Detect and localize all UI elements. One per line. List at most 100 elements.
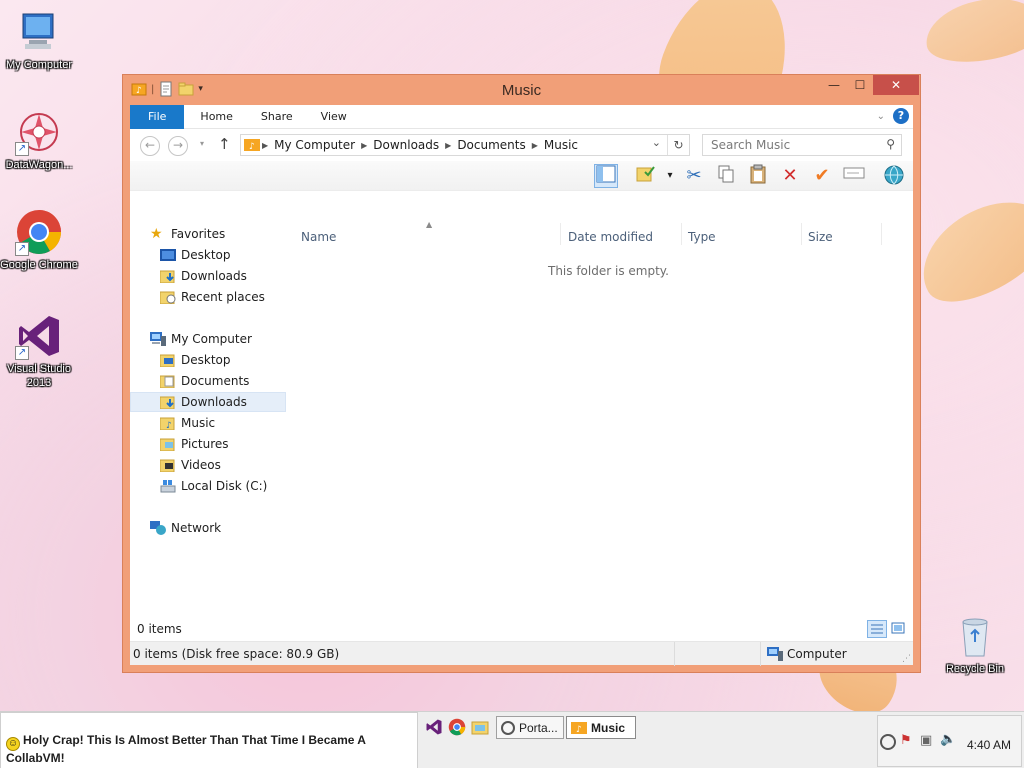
star-icon: ★ (150, 226, 163, 242)
maximize-button[interactable]: ☐ (847, 75, 873, 95)
nav-favorites[interactable]: ★ Favorites (150, 224, 225, 244)
nav-favorites-downloads[interactable]: Downloads (160, 266, 247, 286)
breadcrumb-downloads[interactable]: Downloads (373, 138, 439, 152)
desktop-folder-icon (160, 354, 175, 367)
column-header-size[interactable]: Size (808, 230, 833, 244)
column-header-type[interactable]: Type (688, 230, 716, 244)
desktop-icon-visual-studio[interactable]: ↗ Visual Studio 2013 (0, 312, 78, 390)
nav-label: Desktop (181, 353, 231, 367)
file-list[interactable]: ▲ Name Date modified Type Size This fold… (294, 220, 913, 619)
breadcrumb-my-computer[interactable]: My Computer (274, 138, 355, 152)
empty-folder-message: This folder is empty. (548, 264, 669, 278)
tab-home[interactable]: Home (186, 105, 246, 129)
search-input[interactable]: Search Music ⚲ (702, 134, 902, 156)
preview-pane-icon[interactable] (594, 164, 618, 188)
breadcrumb-separator[interactable]: ▶ (445, 141, 451, 150)
pictures-folder-icon (160, 438, 175, 451)
nav-network[interactable]: Network (150, 518, 221, 538)
details-view-button[interactable] (867, 620, 887, 638)
folder-options-dropdown-icon[interactable]: ▾ (658, 164, 682, 188)
desktop-icon-recycle-bin[interactable]: Recycle Bin (936, 612, 1014, 676)
nav-label: Videos (181, 458, 221, 472)
breadcrumb-separator[interactable]: ▶ (361, 141, 367, 150)
nav-computer-music[interactable]: ♪ Music (160, 413, 215, 433)
tray-app-icon[interactable] (880, 734, 896, 750)
network-tray-icon[interactable]: ▣ (920, 733, 932, 748)
column-header-date-modified[interactable]: Date modified (568, 230, 653, 244)
cut-icon[interactable]: ✂ (682, 164, 706, 188)
desktop-icon-label: DataWagon... (5, 159, 73, 171)
column-divider[interactable] (560, 223, 561, 245)
tab-file[interactable]: File (130, 104, 185, 129)
computer-icon (767, 647, 783, 661)
help-icon[interactable]: ? (893, 108, 909, 124)
rename-field-icon[interactable] (842, 164, 866, 188)
desktop-icon-my-computer[interactable]: My Computer (0, 8, 78, 72)
nav-computer-pictures[interactable]: Pictures (160, 434, 229, 454)
copy-icon[interactable] (714, 164, 738, 188)
nav-computer-local-disk[interactable]: Local Disk (C:) (160, 476, 267, 496)
nav-my-computer[interactable]: My Computer (150, 329, 252, 349)
column-divider[interactable] (881, 223, 882, 245)
close-button[interactable]: ✕ (873, 75, 919, 95)
paste-icon[interactable] (746, 164, 770, 188)
taskbar-button-porta[interactable]: Porta... (496, 716, 564, 739)
folder-options-icon[interactable] (634, 164, 658, 188)
breadcrumb-music[interactable]: Music (544, 138, 578, 152)
taskbar-button-music[interactable]: ♪ Music (566, 716, 636, 739)
forward-button[interactable]: → (168, 136, 188, 156)
desktop-icon (160, 249, 176, 261)
nav-favorites-desktop[interactable]: Desktop (160, 245, 231, 265)
volume-icon[interactable]: 🔈 (940, 732, 956, 747)
large-icons-view-button[interactable] (889, 620, 909, 638)
tab-view[interactable]: View (307, 105, 361, 129)
nav-label: Desktop (181, 248, 231, 262)
chrome-quicklaunch-icon[interactable] (448, 718, 466, 736)
address-dropdown-icon[interactable]: ⌄ (652, 136, 661, 149)
breadcrumb-documents[interactable]: Documents (457, 138, 525, 152)
taskbar: ☺ Holy Crap! This Is Almost Better Than T… (0, 711, 1024, 768)
action-center-flag-icon[interactable]: ⚑ (900, 733, 912, 748)
item-count-row: 0 items (130, 620, 913, 640)
nav-computer-videos[interactable]: Videos (160, 455, 221, 475)
nav-computer-desktop[interactable]: Desktop (160, 350, 231, 370)
visual-studio-quicklaunch-icon[interactable] (425, 718, 443, 736)
ticker-message: Holy Crap! This Is Almost Better Than Th… (6, 733, 366, 765)
nav-favorites-recent-places[interactable]: Recent places (160, 287, 265, 307)
network-globe-icon[interactable] (882, 164, 906, 188)
address-bar[interactable]: ♪ ▶ My Computer ▶ Downloads ▶ Documents … (240, 134, 690, 156)
up-button[interactable]: ↑ (218, 135, 231, 153)
column-header-name[interactable]: Name (301, 230, 336, 244)
computer-icon (15, 8, 63, 56)
refresh-icon[interactable]: ↻ (667, 135, 689, 155)
column-divider[interactable] (801, 223, 802, 245)
clock[interactable]: 4:40 AM (967, 738, 1011, 752)
nav-computer-downloads[interactable]: Downloads (130, 392, 286, 412)
delete-icon[interactable]: ✕ (778, 164, 802, 188)
nav-label: Recent places (181, 290, 265, 304)
explorer-window[interactable]: ♪ | ▾ Music — ☐ ✕ File Home Share View ⌄… (122, 74, 921, 673)
breadcrumb-separator[interactable]: ▶ (262, 141, 268, 150)
title-bar[interactable]: ♪ | ▾ Music — ☐ ✕ (123, 75, 920, 105)
desktop-icon-datawagon[interactable]: ↗ DataWagon... (0, 108, 78, 172)
explorer-quicklaunch-icon[interactable] (471, 718, 489, 736)
expand-ribbon-icon[interactable]: ⌄ (877, 111, 885, 122)
datawagon-icon: ↗ (15, 108, 63, 156)
desktop-icon-google-chrome[interactable]: ↗ Google Chrome (0, 208, 78, 272)
nav-label: Favorites (171, 227, 226, 241)
nav-label: Music (181, 416, 216, 430)
nav-label: Downloads (181, 269, 247, 283)
tab-share[interactable]: Share (247, 105, 307, 129)
minimize-button[interactable]: — (821, 75, 847, 95)
nav-computer-documents[interactable]: Documents (160, 371, 249, 391)
network-icon (150, 521, 166, 535)
rename-check-icon[interactable]: ✔ (810, 164, 834, 188)
music-folder-icon: ♪ (244, 139, 260, 152)
back-button[interactable]: ← (140, 136, 160, 156)
news-ticker[interactable]: ☺ Holy Crap! This Is Almost Better Than T… (0, 712, 418, 768)
recent-locations-icon[interactable]: ▾ (200, 139, 204, 148)
breadcrumb-separator[interactable]: ▶ (532, 141, 538, 150)
column-divider[interactable] (681, 223, 682, 245)
downloads-folder-icon (160, 270, 175, 283)
resize-grip-icon[interactable]: ⋰ (902, 654, 911, 664)
